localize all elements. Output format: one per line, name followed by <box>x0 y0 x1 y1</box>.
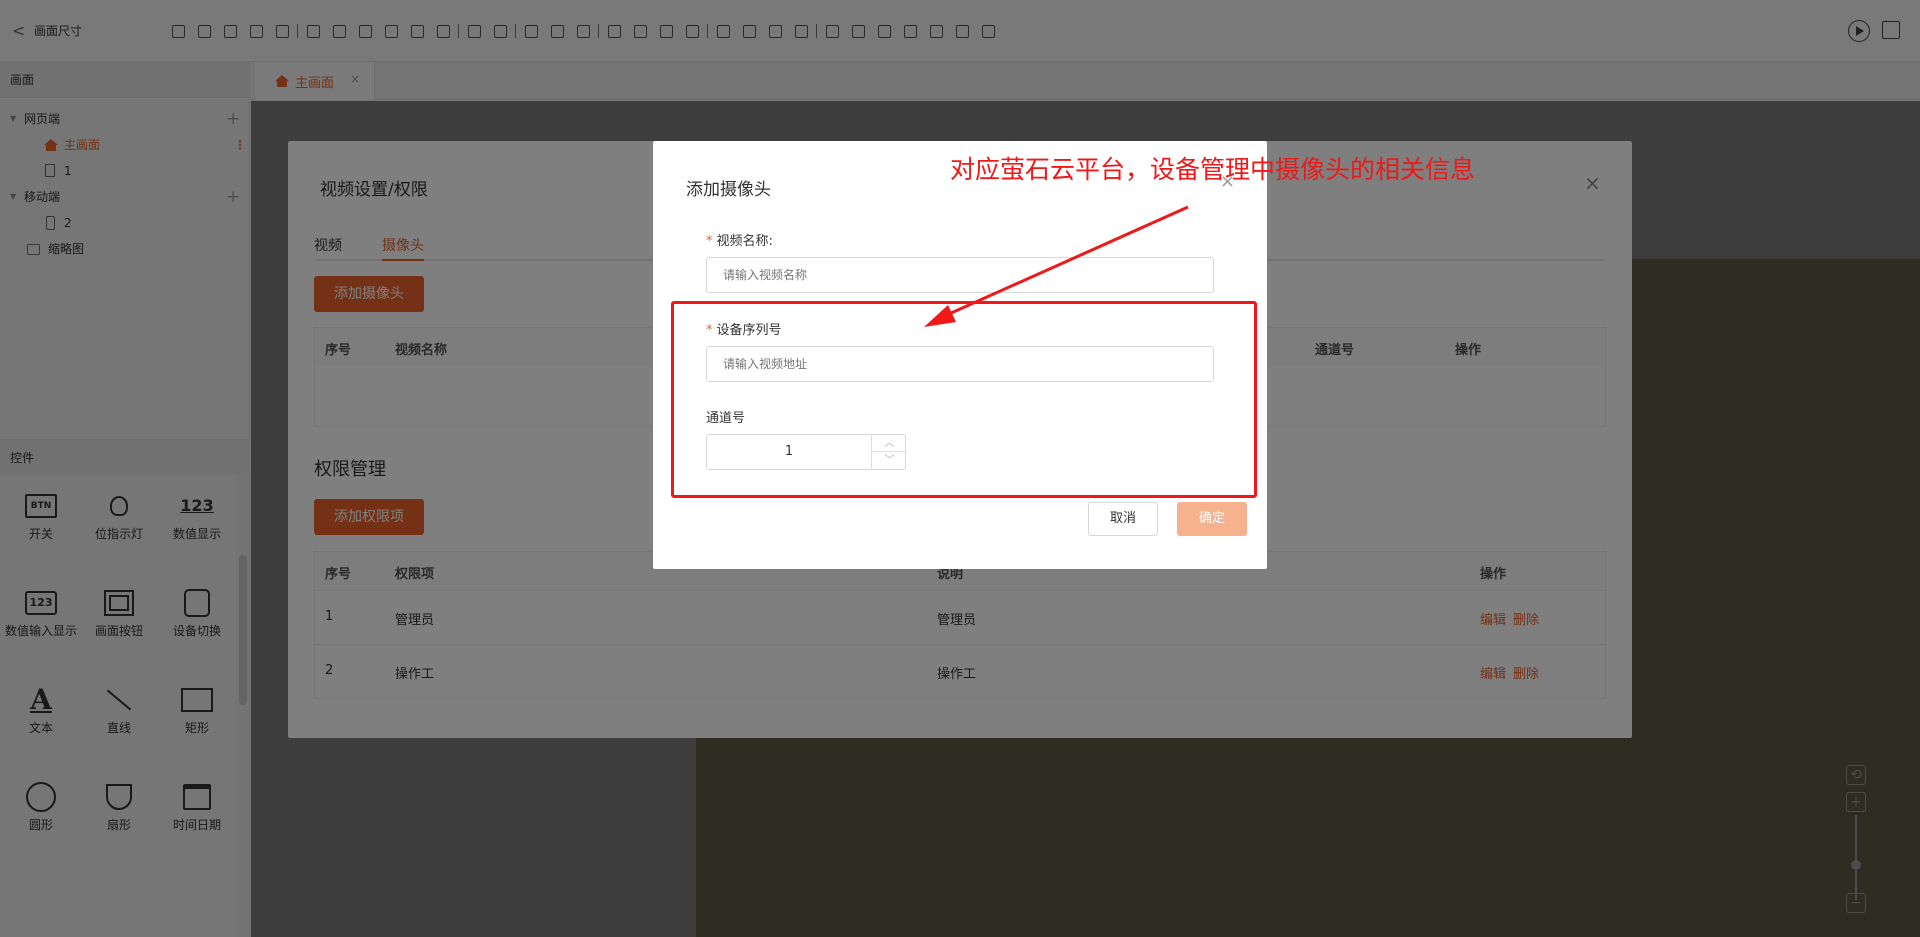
confirm-button[interactable]: 确定 <box>1177 502 1247 536</box>
annotation-text: 对应萤石云平台，设备管理中摄像头的相关信息 <box>950 155 1476 184</box>
label-text: 视频名称: <box>716 234 773 249</box>
cancel-button[interactable]: 取消 <box>1088 502 1158 536</box>
video-name-label: * 视频名称: <box>706 230 773 249</box>
highlight-box <box>671 301 1257 498</box>
video-name-input[interactable] <box>706 257 1214 293</box>
dialog-title: 添加摄像头 <box>686 180 771 200</box>
required-mark: * <box>706 234 713 249</box>
